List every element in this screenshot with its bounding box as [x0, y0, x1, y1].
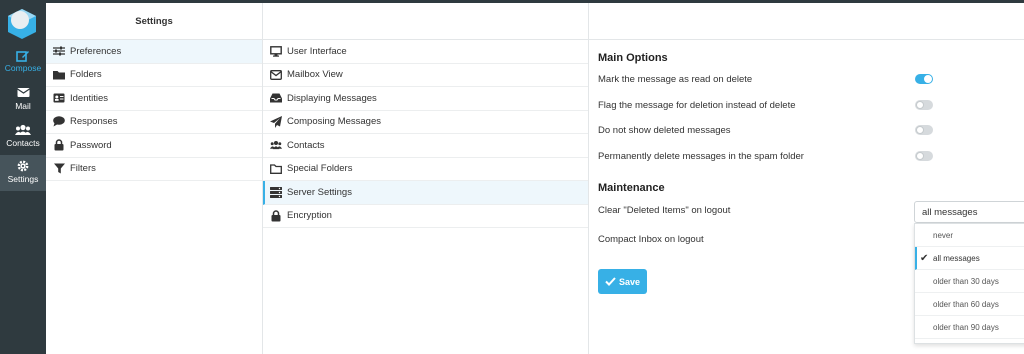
section-item-encryption[interactable]: Encryption: [263, 205, 588, 228]
id-card-icon: [53, 92, 65, 104]
section-item-label: Special Folders: [287, 163, 353, 175]
compact-inbox-label: Compact Inbox on logout: [598, 234, 704, 245]
contacts-icon: [0, 124, 46, 138]
checkmark-icon: ✔: [920, 253, 929, 264]
clear-deleted-label: Clear "Deleted Items" on logout: [598, 205, 731, 216]
nav-settings[interactable]: Settings: [0, 155, 46, 191]
section-item-mailbox-view[interactable]: Mailbox View: [263, 64, 588, 87]
form-header: [589, 3, 1024, 40]
toggle-mark-read[interactable]: [915, 74, 933, 84]
nav-compose[interactable]: Compose: [0, 44, 46, 80]
app-logo[interactable]: [7, 8, 37, 40]
option-label-mark-read: Mark the message as read on delete: [598, 74, 753, 85]
dropdown-option-label: all messages: [933, 253, 980, 263]
settings-item-label: Identities: [70, 92, 109, 104]
settings-item-label: Folders: [70, 69, 102, 81]
folder-icon: [53, 69, 65, 81]
nav-contacts[interactable]: Contacts: [0, 119, 46, 155]
toggle-hide-deleted[interactable]: [915, 125, 933, 135]
maintenance-title: Maintenance: [598, 182, 665, 194]
sections-header: [263, 3, 588, 40]
envelope-icon: [270, 69, 282, 81]
settings-item-responses[interactable]: Responses: [46, 111, 262, 134]
settings-item-folders[interactable]: Folders: [46, 64, 262, 87]
main-nav: Compose Mail Contacts Settings: [0, 3, 46, 354]
dropdown-option-60-days[interactable]: older than 60 days: [915, 293, 1024, 316]
filter-icon: [53, 163, 65, 175]
settings-item-preferences[interactable]: Preferences: [46, 40, 262, 64]
lock-icon: [53, 139, 65, 151]
section-item-label: Displaying Messages: [287, 92, 377, 104]
nav-mail[interactable]: Mail: [0, 82, 46, 118]
section-item-label: Composing Messages: [287, 116, 381, 128]
server-icon: [270, 186, 282, 198]
settings-item-label: Password: [70, 139, 112, 151]
dropdown-option-never[interactable]: never: [915, 224, 1024, 247]
save-button-label: Save: [618, 276, 641, 287]
settings-item-label: Filters: [70, 163, 96, 175]
section-item-server-settings[interactable]: Server Settings: [263, 181, 588, 205]
dropdown-option-30-days[interactable]: older than 30 days: [915, 270, 1024, 293]
clear-deleted-select[interactable]: all messages: [914, 201, 1024, 223]
settings-item-filters[interactable]: Filters: [46, 158, 262, 181]
settings-panel: Settings Preferences Folders Identities …: [46, 3, 263, 354]
option-label-flag-deletion: Flag the message for deletion instead of…: [598, 100, 796, 111]
section-item-label: Mailbox View: [287, 69, 343, 81]
nav-compose-label: Compose: [4, 63, 42, 73]
nav-settings-label: Settings: [7, 174, 39, 184]
dropdown-option-all-messages[interactable]: ✔ all messages: [915, 247, 1024, 270]
section-item-composing-messages[interactable]: Composing Messages: [263, 111, 588, 134]
settings-item-identities[interactable]: Identities: [46, 87, 262, 111]
toggle-spam-delete[interactable]: [915, 151, 933, 161]
settings-header: Settings: [46, 3, 262, 40]
section-item-label: Contacts: [287, 139, 325, 151]
monitor-icon: [270, 45, 282, 57]
main-options-title: Main Options: [598, 52, 668, 64]
lock-icon: [270, 210, 282, 222]
users-icon: [270, 139, 282, 151]
save-button[interactable]: Save: [598, 269, 647, 294]
option-label-hide-deleted: Do not show deleted messages: [598, 125, 731, 136]
dropdown-option-90-days[interactable]: older than 90 days: [915, 316, 1024, 339]
inbox-icon: [270, 92, 282, 104]
section-item-label: Encryption: [287, 210, 332, 222]
paper-plane-icon: [270, 115, 282, 128]
nav-mail-label: Mail: [15, 101, 31, 111]
server-settings-panel: Main Options Mark the message as read on…: [589, 3, 1024, 354]
checkmark-icon: [605, 277, 616, 286]
sections-panel: User Interface Mailbox View Displaying M…: [263, 3, 589, 354]
nav-contacts-label: Contacts: [6, 138, 40, 148]
folder-outline-icon: [270, 163, 282, 175]
option-label-spam-delete: Permanently delete messages in the spam …: [598, 151, 804, 162]
section-item-displaying-messages[interactable]: Displaying Messages: [263, 87, 588, 111]
settings-item-label: Preferences: [70, 45, 122, 57]
settings-item-password[interactable]: Password: [46, 134, 262, 158]
toggle-flag-deletion[interactable]: [915, 100, 933, 110]
settings-item-label: Responses: [70, 116, 118, 128]
clear-deleted-dropdown: never ✔ all messages older than 30 days …: [914, 223, 1024, 344]
sliders-icon: [53, 45, 65, 57]
section-item-contacts[interactable]: Contacts: [263, 134, 588, 158]
section-item-label: User Interface: [287, 45, 347, 57]
section-item-special-folders[interactable]: Special Folders: [263, 158, 588, 181]
section-item-label: Server Settings: [287, 186, 352, 198]
comment-icon: [53, 116, 65, 128]
compose-icon: [0, 49, 46, 63]
mail-icon: [0, 87, 46, 101]
gear-icon: [0, 160, 46, 174]
section-item-user-interface[interactable]: User Interface: [263, 40, 588, 64]
